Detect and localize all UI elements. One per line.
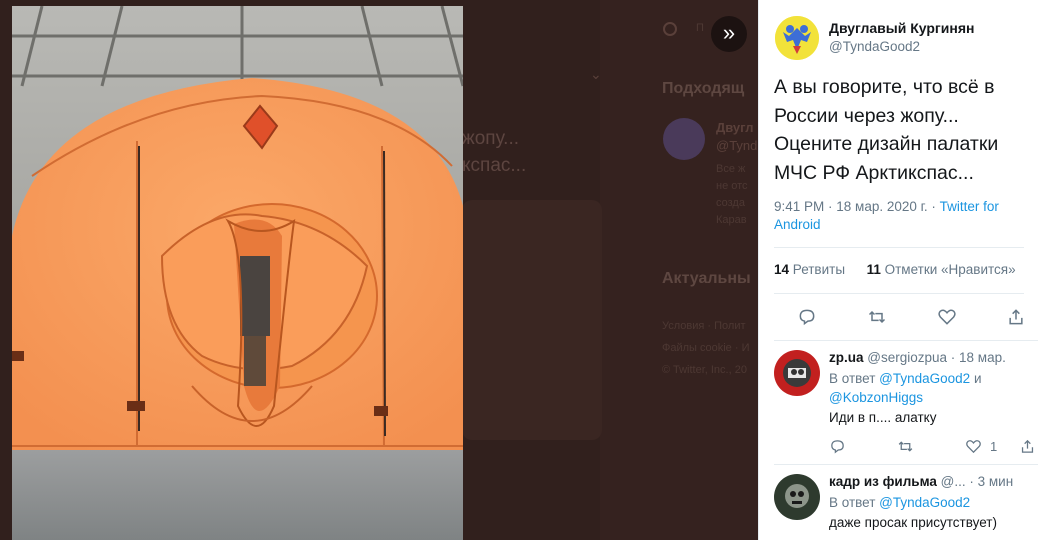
tweet-photo[interactable]: [12, 6, 463, 540]
reply-context: В ответ @TyndaGood2: [829, 493, 1029, 512]
reply-avatar[interactable]: [774, 350, 820, 396]
background-avatar: [663, 118, 705, 160]
reply-avatar[interactable]: [774, 474, 820, 520]
retweet-icon: [898, 440, 913, 452]
reply-button[interactable]: [792, 302, 822, 332]
likes-stat[interactable]: 11 Отметки «Нравится»: [867, 262, 1016, 277]
mention-link[interactable]: @KobzonHiggs: [829, 390, 923, 405]
reply-text: даже просак присутствует): [829, 515, 997, 530]
reply-actions: 1: [829, 435, 1034, 457]
tweet-header: Двуглавый Кургинян @TyndaGood2: [775, 14, 1035, 62]
reply-tweet[interactable]: zp.ua @sergiozpua · 18 мар. В ответ @Tyn…: [774, 350, 1036, 460]
retweet-icon: [868, 310, 886, 324]
mention-link[interactable]: @TyndaGood2: [879, 495, 970, 510]
like-button[interactable]: 1: [965, 435, 997, 457]
avatar-image: [774, 350, 820, 396]
background-bio-4: Карав: [716, 214, 747, 226]
author-handle[interactable]: @TyndaGood2: [829, 39, 920, 54]
background-footer-2: Файлы cookie · И: [662, 342, 750, 354]
background-footer-3: © Twitter, Inc., 20: [662, 364, 747, 376]
tweet-meta: 9:41 PM · 18 мар. 2020 г. · Twitter for …: [774, 198, 1032, 234]
reply-header: кадр из фильма @... · 3 мин: [829, 474, 1013, 489]
reply-prefix: В ответ: [829, 495, 880, 510]
background-snippet-2: кспас...: [462, 155, 527, 176]
reply-tweet[interactable]: кадр из фильма @... · 3 мин В ответ @Tyn…: [774, 474, 1036, 540]
tweet-timestamp[interactable]: 9:41 PM · 18 мар. 2020 г. ·: [774, 199, 940, 214]
likes-count: 11: [866, 262, 881, 277]
retweets-count: 14: [774, 262, 790, 277]
next-media-button[interactable]: »: [711, 16, 747, 52]
heart-icon: [966, 439, 981, 453]
reply-header: zp.ua @sergiozpua · 18 мар.: [829, 350, 1006, 365]
retweets-stat[interactable]: 14 Ретвиты: [774, 262, 845, 277]
share-icon: [1009, 309, 1023, 325]
background-user-handle: @Tynd: [716, 138, 758, 153]
search-placeholder: П: [696, 22, 704, 34]
reply-connector: и: [970, 371, 982, 386]
background-card: [462, 200, 602, 440]
reply-author-name[interactable]: zp.ua: [829, 350, 864, 365]
tent-photo-image: [12, 6, 463, 540]
avatar-image: [774, 474, 820, 520]
divider: [774, 464, 1038, 465]
tweet-detail-panel: Двуглавый Кургинян @TyndaGood2 А вы гово…: [758, 0, 1038, 540]
background-chevron-icon: ⌄: [590, 66, 602, 82]
background-bio-3: созда: [716, 197, 745, 209]
background-bio-2: не отс: [716, 180, 748, 192]
like-button[interactable]: [932, 302, 962, 332]
reply-time[interactable]: · 3 мин: [966, 474, 1013, 489]
retweet-button[interactable]: [897, 435, 914, 457]
background-footer-1: Условия · Полит: [662, 320, 746, 332]
mention-link[interactable]: @TyndaGood2: [879, 371, 970, 386]
heart-icon: [938, 309, 956, 325]
reply-author-handle[interactable]: @sergiozpua: [867, 350, 947, 365]
author-avatar[interactable]: [775, 16, 819, 60]
divider: [774, 293, 1024, 294]
background-heading-suggested: Подходящ: [662, 80, 745, 97]
share-icon: [1021, 439, 1034, 453]
reply-icon: [831, 439, 844, 453]
author-name[interactable]: Двуглавый Кургинян: [829, 20, 974, 36]
search-icon: [663, 22, 677, 36]
background-user-name: Двугл: [716, 120, 754, 135]
retweet-button[interactable]: [862, 302, 892, 332]
background-bio-1: Все ж: [716, 163, 746, 175]
likes-label: Отметки «Нравится»: [880, 262, 1016, 277]
retweets-label: Ретвиты: [789, 262, 846, 277]
divider: [774, 340, 1038, 341]
reply-context: В ответ @TyndaGood2 и @KobzonHiggs: [829, 369, 1029, 407]
tweet-actions: [774, 302, 1032, 332]
share-button[interactable]: [1001, 302, 1031, 332]
reply-author-name[interactable]: кадр из фильма: [829, 474, 937, 489]
tweet-text: А вы говорите, что всё в России через жо…: [774, 76, 999, 184]
reply-text: Иди в п.... алатку: [829, 410, 937, 425]
divider: [774, 247, 1024, 248]
reply-time[interactable]: · 18 мар.: [947, 350, 1006, 365]
like-count: 1: [990, 438, 998, 454]
reply-author-handle[interactable]: @...: [941, 474, 966, 489]
media-viewer: П ⌄ Подходящ жопу... кспас... Двугл @Tyn…: [0, 0, 1038, 540]
share-button[interactable]: [1019, 435, 1036, 457]
double-headed-eagle-icon: [775, 16, 819, 60]
double-chevron-right-icon: »: [722, 20, 736, 45]
tweet-stats: 14 Ретвиты 11 Отметки «Нравится»: [774, 262, 1016, 277]
reply-icon: [799, 309, 815, 326]
background-heading-trending: Актуальны: [662, 270, 751, 287]
background-snippet-1: жопу...: [462, 128, 519, 149]
reply-prefix: В ответ: [829, 371, 880, 386]
reply-button[interactable]: [829, 435, 846, 457]
